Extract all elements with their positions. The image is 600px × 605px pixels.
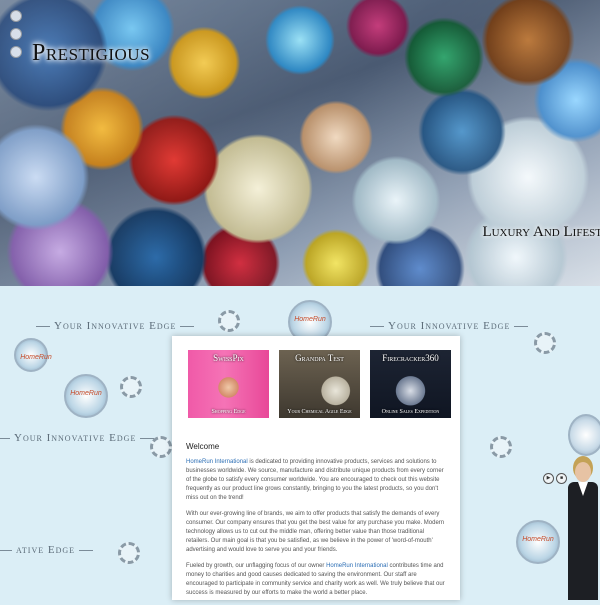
paragraph: With our ever-growing line of brands, we…	[186, 511, 445, 553]
social-icon-2[interactable]	[10, 28, 22, 40]
gear-icon	[118, 542, 140, 564]
thumbnail-title: SwissPix	[213, 353, 244, 363]
paragraph: Fueled by growth, our unflagging focus o…	[186, 562, 448, 598]
thumbnail-swisspix[interactable]: SwissPix Shopping Edge	[188, 350, 269, 418]
company-link[interactable]: HomeRun International	[186, 459, 248, 465]
gear-icon	[490, 436, 512, 458]
ribbon-text: ative Edge	[0, 544, 93, 556]
thumbnail-firecracker360[interactable]: Firecracker360 Online Sales Expedition	[370, 350, 451, 418]
welcome-text: HomeRun International is dedicated to pr…	[186, 458, 448, 605]
avatar-head	[575, 462, 591, 482]
homerun-badge	[516, 520, 560, 564]
thumbnail-subtitle: Shopping Edge	[211, 409, 246, 415]
play-icon[interactable]: ▶	[543, 473, 554, 484]
homerun-badge	[64, 374, 108, 418]
header-banner: Prestigious Luxury And Lifest	[0, 0, 600, 286]
social-icon-1[interactable]	[10, 10, 22, 22]
paragraph-text: Fueled by growth, our unflagging focus o…	[186, 563, 327, 569]
thumbnail-title: Firecracker360	[382, 353, 439, 363]
thumbnail-grandpa-test[interactable]: Grandpa Test Your Chemical Agile Edge	[279, 350, 360, 418]
header-tagline: Luxury And Lifest	[482, 224, 600, 240]
social-icon-3[interactable]	[10, 46, 22, 58]
company-link[interactable]: HomeRun International	[326, 563, 388, 569]
thumbnail-subtitle: Your Chemical Agile Edge	[287, 409, 352, 415]
site-logo[interactable]: Prestigious	[32, 40, 150, 67]
social-icons	[10, 10, 22, 58]
paragraph: HomeRun International is dedicated to pr…	[186, 458, 448, 503]
content-box: SwissPix Shopping Edge Grandpa Test Your…	[172, 336, 460, 600]
homerun-badge	[14, 338, 54, 372]
welcome-heading: Welcome	[186, 442, 220, 451]
homerun-badge	[568, 414, 600, 456]
ribbon-text: Your Innovative Edge	[370, 320, 528, 332]
thumbnail-subtitle: Online Sales Expedition	[381, 409, 440, 415]
virtual-assistant-avatar[interactable]	[566, 462, 600, 600]
paragraph-text: is dedicated to providing innovative pro…	[186, 459, 444, 501]
audio-controls: ▶ ■	[543, 473, 567, 484]
gear-icon	[120, 376, 142, 398]
avatar-body	[568, 482, 598, 600]
ribbon-text: Your Innovative Edge	[0, 432, 154, 444]
gear-icon	[218, 310, 240, 332]
featured-thumbnails: SwissPix Shopping Edge Grandpa Test Your…	[188, 350, 451, 418]
gear-icon	[534, 332, 556, 354]
ribbon-text: Your Innovative Edge	[36, 320, 194, 332]
gear-icon	[150, 436, 172, 458]
thumbnail-title: Grandpa Test	[295, 353, 344, 363]
